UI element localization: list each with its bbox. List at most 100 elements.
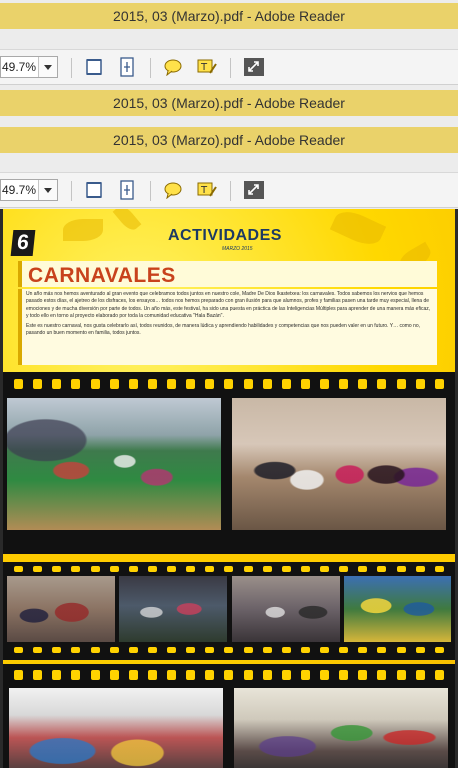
film-hole [90,566,100,572]
leaf-decoration [329,209,387,251]
film-hole [243,379,253,389]
photo-group [344,576,451,642]
yellow-band [3,554,455,562]
film-hole [262,566,272,572]
film-hole [415,670,425,680]
film-hole [71,379,81,389]
film-hole [434,379,444,389]
film-hole [52,566,62,572]
film-hole [52,379,62,389]
title-gap [0,29,458,49]
film-hole [243,670,253,680]
paragraph: Este es nuestro carnaval, nos gusta cele… [26,323,421,337]
film-hole [90,647,100,653]
film-hole [320,379,330,389]
fit-page-icon[interactable] [82,55,106,79]
film-hole [128,379,138,389]
film-hole [224,379,234,389]
film-hole [205,670,215,680]
film-hole [415,647,425,653]
svg-text:T: T [200,62,208,73]
toolbar-divider [71,58,72,78]
chevron-down-icon[interactable] [38,57,57,77]
paragraph: Un año más nos hemos aventurado al gran … [26,291,431,319]
film-perforations [3,564,455,574]
window-title: 2015, 03 (Marzo).pdf - Adobe Reader [113,132,345,148]
toolbar: 49.7% T [0,49,458,85]
film-hole [33,566,43,572]
zoom-value: 49.7% [2,183,37,197]
window-title-bar: 2015, 03 (Marzo).pdf - Adobe Reader [0,90,458,116]
document-viewport[interactable]: 6 ACTIVIDADES MARZO 2015 CARNAVALES Un a… [0,209,458,768]
page-number: 6 [10,230,36,256]
comment-icon[interactable] [161,178,185,202]
film-hole [339,647,349,653]
fit-width-icon[interactable] [115,55,139,79]
film-hole [205,379,215,389]
film-hole [339,566,349,572]
film-hole [281,670,291,680]
film-hole [14,379,24,389]
film-hole [300,647,310,653]
window-title: 2015, 03 (Marzo).pdf - Adobe Reader [113,95,345,111]
film-hole [90,379,100,389]
toolbar-divider [150,181,151,201]
film-strip [3,372,455,554]
film-hole [167,379,177,389]
toolbar: 49.7% T [0,172,458,208]
film-hole [33,647,43,653]
film-hole [33,670,43,680]
film-hole [224,670,234,680]
fit-page-icon[interactable] [82,178,106,202]
photo-stage [119,576,227,642]
photo-stage-costumes [234,688,448,768]
film-hole [396,670,406,680]
fullscreen-icon[interactable] [242,178,266,202]
film-perforations [3,377,455,391]
fullscreen-icon[interactable] [242,55,266,79]
film-hole [262,379,272,389]
window-title: 2015, 03 (Marzo).pdf - Adobe Reader [113,8,345,24]
title-gap [0,116,458,126]
highlight-icon[interactable]: T [195,55,219,79]
film-hole [377,566,387,572]
section-title: ACTIVIDADES [168,227,282,244]
leaf-decoration [63,219,103,241]
film-hole [109,566,119,572]
svg-text:T: T [200,185,208,196]
film-hole [90,670,100,680]
highlight-icon[interactable]: T [195,178,219,202]
film-hole [224,566,234,572]
film-hole [281,647,291,653]
chevron-down-icon[interactable] [38,180,57,200]
film-hole [52,670,62,680]
zoom-select[interactable]: 49.7% [0,56,58,78]
film-hole [205,566,215,572]
film-hole [33,379,43,389]
film-hole [243,647,253,653]
film-hole [128,670,138,680]
film-hole [434,566,444,572]
article-title-box: CARNAVALES [18,261,437,287]
zoom-select[interactable]: 49.7% [0,179,58,201]
film-hole [396,647,406,653]
film-hole [262,647,272,653]
zoom-value: 49.7% [2,60,37,74]
film-hole [396,379,406,389]
leaf-decoration [112,209,142,234]
film-strip [3,562,455,660]
fit-width-icon[interactable] [115,178,139,202]
comment-icon[interactable] [161,55,185,79]
photo-gym-crowd [7,398,221,530]
film-hole [128,647,138,653]
film-hole [186,566,196,572]
film-hole [186,379,196,389]
toolbar-divider [71,181,72,201]
window-title-bar: 2015, 03 (Marzo).pdf - Adobe Reader [0,3,458,29]
film-hole [339,379,349,389]
film-strip [3,664,455,768]
section-date: MARZO 2015 [222,246,253,252]
film-hole [281,379,291,389]
film-hole [128,566,138,572]
film-hole [14,670,24,680]
